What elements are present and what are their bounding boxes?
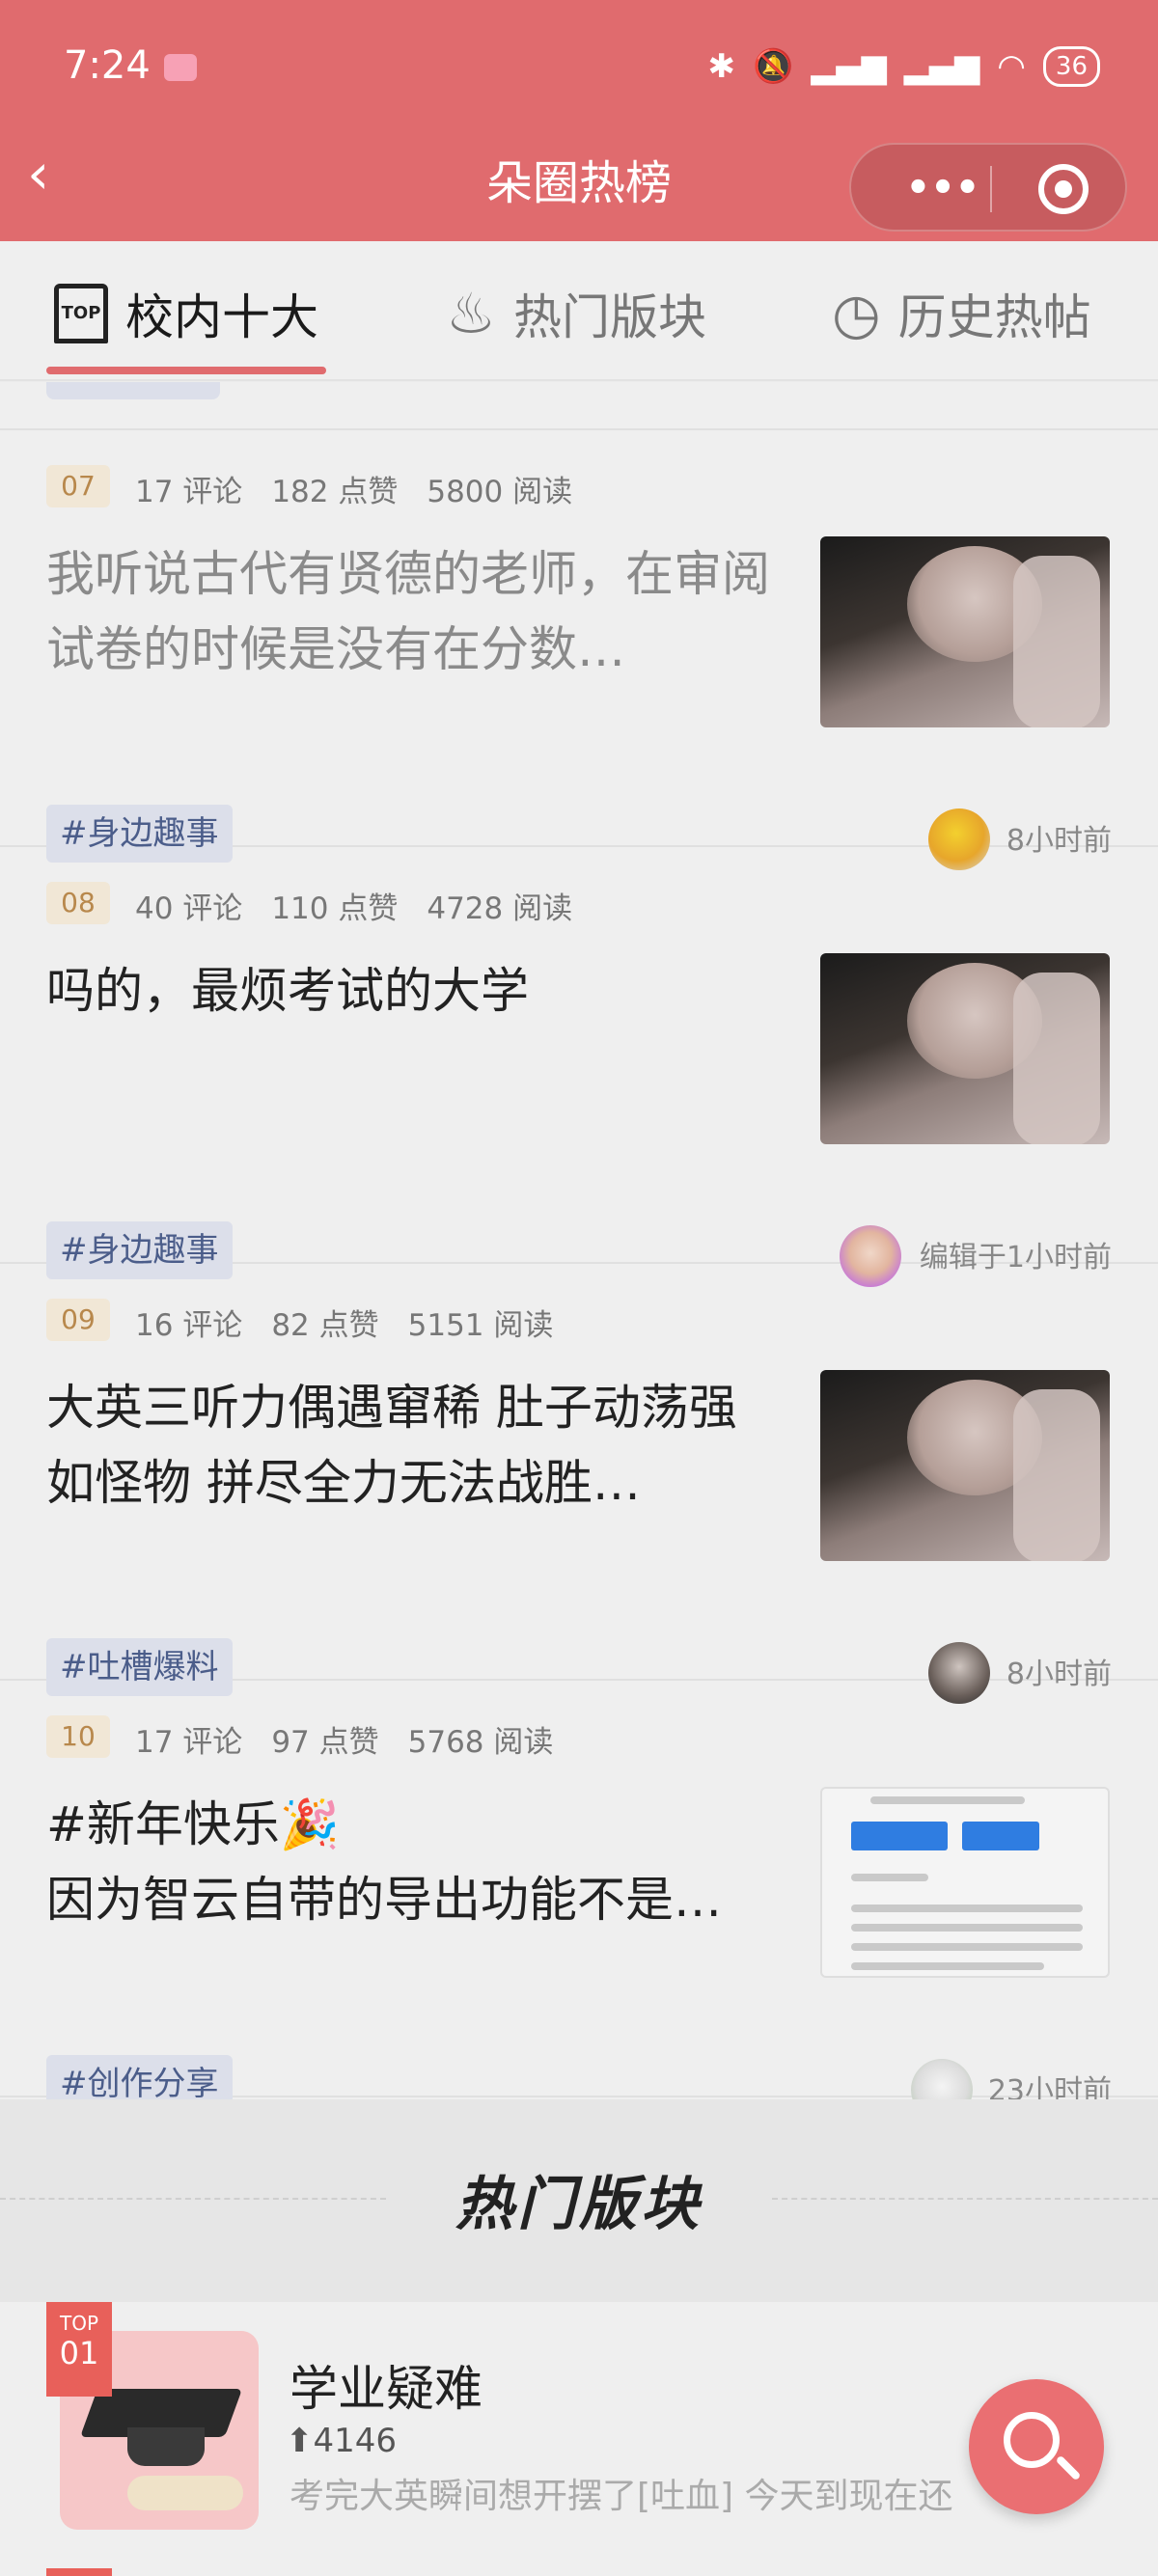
signal-icon: ▂▄▆ (811, 47, 887, 86)
author-avatar[interactable] (911, 2059, 973, 2099)
board-name: 学业疑难 (290, 2361, 482, 2417)
post-meta: 17 评论 97 点赞 5768 阅读 (135, 1717, 582, 1761)
read-count: 5151 阅读 (407, 1308, 554, 1343)
like-count: 110 点赞 (271, 891, 399, 926)
status-icons: ✱ 🔕 ▂▄▆ ▂▄▆ ◠ 36 (707, 46, 1100, 87)
app-header: 7:24 ✱ 🔕 ▂▄▆ ▂▄▆ ◠ 36 ‹ 朵圈热榜 ••• (0, 0, 1158, 241)
comment-count: 17 评论 (135, 475, 243, 509)
post-meta: 16 评论 82 点赞 5151 阅读 (135, 1301, 582, 1344)
flame-icon: ♨ (446, 281, 496, 346)
hot-boards-section-header: 热门版块 (0, 2099, 1158, 2302)
previous-post-peek (0, 382, 1158, 430)
bluetooth-icon: ✱ (707, 47, 735, 86)
divider (772, 2198, 1158, 2200)
tab-label: 校内十大 (125, 289, 318, 345)
post-item[interactable]: 09 16 评论 82 点赞 5151 阅读 大英三听力偶遇窜稀 肚子动荡强如怪物 … (0, 1264, 1158, 1704)
post-title: 大英三听力偶遇窜稀 肚子动荡强如怪物 拼尽全力无法战胜… (46, 1380, 737, 1511)
post-thumbnail[interactable] (820, 953, 1110, 1144)
post-title-line: #新年快乐🎉 (46, 1796, 341, 1852)
more-menu-button[interactable]: ••• (890, 164, 996, 212)
read-count: 5768 阅读 (407, 1725, 554, 1760)
status-time: 7:24 (64, 43, 151, 88)
doc-line (851, 1874, 928, 1881)
like-count: 82 点赞 (271, 1308, 379, 1343)
topic-tag[interactable]: #创作分享 (46, 2055, 233, 2099)
search-icon (1004, 2412, 1060, 2468)
tab-label: 热门版块 (513, 289, 706, 345)
read-count: 4728 阅读 (427, 891, 573, 926)
battery-icon: 36 (1042, 46, 1100, 87)
post-item[interactable]: 07 17 评论 182 点赞 5800 阅读 我听说古代有贤德的老师，在审阅试卷的… (0, 430, 1158, 870)
post-title: 我听说古代有贤德的老师，在审阅试卷的时候是没有在分数… (46, 546, 770, 677)
comment-count: 40 评论 (135, 891, 243, 926)
post-thumbnail[interactable] (820, 536, 1110, 727)
post-meta: 17 评论 182 点赞 5800 阅读 (135, 467, 601, 510)
like-count: 97 点赞 (271, 1725, 379, 1760)
top-icon: TOP (54, 284, 108, 343)
doc-line (851, 1943, 1083, 1951)
board-stat: ⬆4146 (286, 2422, 397, 2460)
capsule-divider (990, 166, 992, 212)
comment-count: 16 评论 (135, 1308, 243, 1343)
mute-icon: 🔕 (752, 47, 794, 86)
rank-badge: 10 (46, 1715, 110, 1758)
doc-line (851, 1962, 1044, 1970)
rank-badge: 07 (46, 465, 110, 507)
status-bar: 7:24 ✱ 🔕 ▂▄▆ ▂▄▆ ◠ 36 (0, 0, 1158, 135)
rank-badge: 08 (46, 882, 110, 924)
board-stat-value: 4146 (313, 2422, 398, 2460)
board-rank-ribbon: TOP 01 (46, 2302, 112, 2397)
rank-number: 01 (59, 2335, 99, 2371)
doc-line (851, 1905, 1083, 1912)
read-count: 5800 阅读 (427, 475, 573, 509)
post-meta: 40 评论 110 点赞 4728 阅读 (135, 884, 601, 927)
doc-line (851, 1924, 1083, 1932)
post-title-line: 因为智云自带的导出功能不是… (46, 1872, 722, 1928)
tab-campus-top10[interactable]: TOP 校内十大 (54, 280, 318, 347)
comment-count: 17 评论 (135, 1725, 243, 1760)
tab-bar: TOP 校内十大 ♨ 热门版块 ◷ 历史热帖 (0, 241, 1158, 381)
post-thumbnail[interactable] (820, 1370, 1110, 1561)
post-item[interactable]: 08 40 评论 110 点赞 4728 阅读 吗的，最烦考试的大学 #身边趣事 编… (0, 847, 1158, 1287)
active-tab-indicator (46, 367, 326, 374)
wifi-icon: ◠ (997, 47, 1026, 86)
post-title: #新年快乐🎉 因为智云自带的导出功能不是… (46, 1787, 780, 1937)
post-thumbnail[interactable] (820, 1787, 1110, 1978)
clock-icon: ◷ (832, 281, 881, 346)
rank-top-label: TOP (59, 2312, 99, 2335)
arrow-up-icon: ⬆ (286, 2422, 314, 2460)
diploma-icon (127, 2476, 243, 2510)
miniprogram-capsule: ••• (849, 143, 1127, 232)
next-board-peek (46, 2568, 112, 2576)
post-time: 23小时前 (987, 2074, 1112, 2099)
post-title: 吗的，最烦考试的大学 (46, 963, 529, 1019)
search-button[interactable] (969, 2379, 1104, 2514)
notification-icon (164, 54, 197, 81)
signal-icon-2: ▂▄▆ (903, 47, 980, 86)
peek-tag (46, 382, 220, 399)
doc-line (870, 1796, 1025, 1804)
post-list[interactable]: 07 17 评论 182 点赞 5800 阅读 我听说古代有贤德的老师，在审阅试卷的… (0, 382, 1158, 2099)
like-count: 182 点赞 (271, 475, 399, 509)
close-miniprogram-button[interactable] (1038, 164, 1089, 214)
doc-button (962, 1822, 1039, 1850)
search-icon-handle (1055, 2454, 1082, 2481)
tab-history-hot[interactable]: ◷ 历史热帖 (832, 280, 1091, 347)
board-latest-post: 考完大英瞬间想开摆了[吐血] 今天到现在还 (290, 2477, 953, 2516)
rank-badge: 09 (46, 1299, 110, 1341)
graduation-cap-base (127, 2427, 205, 2466)
doc-button (851, 1822, 948, 1850)
tab-hot-boards[interactable]: ♨ 热门版块 (446, 280, 706, 347)
tab-label: 历史热帖 (897, 289, 1091, 345)
post-item[interactable]: 10 17 评论 97 点赞 5768 阅读 #新年快乐🎉 因为智云自带的导出功能不… (0, 1681, 1158, 2099)
